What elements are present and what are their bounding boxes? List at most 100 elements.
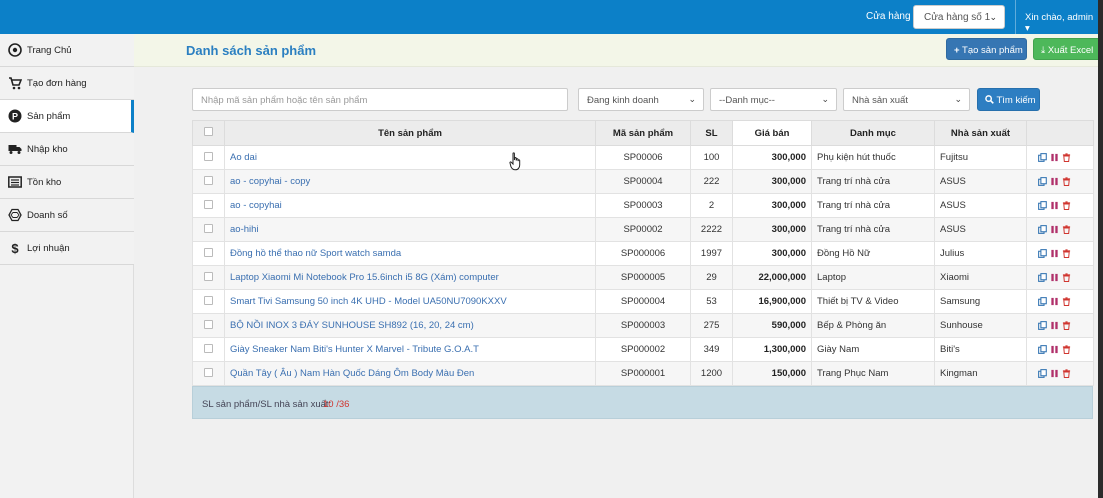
copy-icon[interactable] xyxy=(1038,225,1047,234)
copy-icon[interactable] xyxy=(1038,177,1047,186)
row-checkbox[interactable] xyxy=(204,223,213,233)
row-checkbox[interactable] xyxy=(204,367,213,377)
pause-icon[interactable] xyxy=(1050,297,1059,306)
row-checkbox-cell[interactable] xyxy=(192,289,225,314)
sidebar-item-create-order[interactable]: Tạo đơn hàng xyxy=(0,67,134,100)
pause-icon[interactable] xyxy=(1050,201,1059,210)
product-name-link[interactable]: BỘ NỒI INOX 3 ĐÁY SUNHOUSE SH892 (16, 20… xyxy=(224,313,596,338)
copy-icon[interactable] xyxy=(1038,153,1047,162)
trash-icon[interactable] xyxy=(1062,345,1071,354)
row-checkbox-cell[interactable] xyxy=(192,217,225,242)
table-row[interactable]: ao-hihi SP00002 2222 300,000 Trang trí nhà c… xyxy=(192,217,1094,242)
status-select[interactable]: Đang kinh doanh ⌄ xyxy=(578,88,704,111)
product-name-link[interactable]: Smart Tivi Samsung 50 inch 4K UHD - Mode… xyxy=(224,289,596,314)
row-checkbox-cell[interactable] xyxy=(192,337,225,362)
trash-icon[interactable] xyxy=(1062,297,1071,306)
row-checkbox[interactable] xyxy=(204,151,213,161)
pause-icon[interactable] xyxy=(1050,225,1059,234)
table-row[interactable]: Smart Tivi Samsung 50 inch 4K UHD - Mode… xyxy=(192,289,1094,314)
header-category[interactable]: Danh mục xyxy=(811,120,935,146)
product-name-link[interactable]: Laptop Xiaomi Mi Notebook Pro 15.6inch i… xyxy=(224,265,596,290)
table-row[interactable]: ao - copyhai - copy SP00004 222 300,000 Tran… xyxy=(192,169,1094,194)
trash-icon[interactable] xyxy=(1062,273,1071,282)
row-actions xyxy=(1026,361,1094,386)
row-checkbox[interactable] xyxy=(204,295,213,305)
trash-icon[interactable] xyxy=(1062,225,1071,234)
page-title: Danh sách sản phẩm xyxy=(186,43,317,58)
row-checkbox-cell[interactable] xyxy=(192,169,225,194)
header-name[interactable]: Tên sản phẩm xyxy=(224,120,596,146)
row-checkbox[interactable] xyxy=(204,319,213,329)
sidebar-item-products[interactable]: P Sản phẩm xyxy=(0,100,134,133)
row-checkbox-cell[interactable] xyxy=(192,145,225,170)
user-menu[interactable]: Xin chào, admin ▾ xyxy=(1025,12,1098,34)
trash-icon[interactable] xyxy=(1062,321,1071,330)
trash-icon[interactable] xyxy=(1062,369,1071,378)
copy-icon[interactable] xyxy=(1038,273,1047,282)
table-row[interactable]: Đồng hồ thể thao nữ Sport watch samda SP0… xyxy=(192,241,1094,266)
copy-icon[interactable] xyxy=(1038,321,1047,330)
sidebar-item-profit[interactable]: $ Lợi nhuận xyxy=(0,232,134,265)
row-checkbox-cell[interactable] xyxy=(192,193,225,218)
header-code[interactable]: Mã sản phẩm xyxy=(595,120,691,146)
table-row[interactable]: Giày Sneaker Nam Biti's Hunter X Marvel … xyxy=(192,337,1094,362)
header-qty[interactable]: SL xyxy=(690,120,733,146)
row-checkbox-cell[interactable] xyxy=(192,361,225,386)
copy-icon[interactable] xyxy=(1038,297,1047,306)
select-all-checkbox-cell[interactable] xyxy=(192,120,225,146)
trash-icon[interactable] xyxy=(1062,201,1071,210)
row-checkbox-cell[interactable] xyxy=(192,313,225,338)
product-name-link[interactable]: Quần Tây ( Âu ) Nam Hàn Quốc Dáng Ôm Bod… xyxy=(224,361,596,386)
trash-icon[interactable] xyxy=(1062,249,1071,258)
sidebar-item-sales[interactable]: Doanh số xyxy=(0,199,134,232)
pause-icon[interactable] xyxy=(1050,153,1059,162)
table-row[interactable]: Ao dai SP00006 100 300,000 Phụ kiện hút thuố… xyxy=(192,145,1094,170)
plus-icon: + xyxy=(954,45,960,56)
table-row[interactable]: Laptop Xiaomi Mi Notebook Pro 15.6inch i… xyxy=(192,265,1094,290)
pause-icon[interactable] xyxy=(1050,321,1059,330)
trash-icon[interactable] xyxy=(1062,153,1071,162)
header-price[interactable]: Giá bán xyxy=(732,120,812,146)
export-excel-button[interactable]: ⤓ Xuất Excel xyxy=(1033,38,1098,60)
pause-icon[interactable] xyxy=(1050,177,1059,186)
search-button[interactable]: Tìm kiếm xyxy=(977,88,1040,111)
search-input[interactable]: Nhập mã sản phẩm hoặc tên sản phẩm xyxy=(192,88,568,111)
row-actions xyxy=(1026,217,1094,242)
pause-icon[interactable] xyxy=(1050,345,1059,354)
row-checkbox[interactable] xyxy=(204,271,213,281)
category-select[interactable]: --Danh mục-- ⌄ xyxy=(710,88,837,111)
row-checkbox[interactable] xyxy=(204,175,213,185)
product-name-link[interactable]: Giày Sneaker Nam Biti's Hunter X Marvel … xyxy=(224,337,596,362)
pause-icon[interactable] xyxy=(1050,249,1059,258)
product-name-link[interactable]: ao - copyhai xyxy=(224,193,596,218)
table-row[interactable]: ao - copyhai SP00003 2 300,000 Trang trí nhà… xyxy=(192,193,1094,218)
store-select-value: Cửa hàng số 1 xyxy=(924,12,991,23)
row-checkbox-cell[interactable] xyxy=(192,265,225,290)
store-select[interactable]: Cửa hàng số 1 ⌄ xyxy=(913,5,1005,29)
header-maker[interactable]: Nhà sản xuất xyxy=(934,120,1027,146)
create-product-button[interactable]: + Tạo sản phẩm xyxy=(946,38,1027,60)
row-checkbox[interactable] xyxy=(204,247,213,257)
product-code: SP00003 xyxy=(595,193,691,218)
maker-select[interactable]: Nhà sản xuất ⌄ xyxy=(843,88,970,111)
row-checkbox[interactable] xyxy=(204,199,213,209)
row-checkbox-cell[interactable] xyxy=(192,241,225,266)
table-row[interactable]: Quần Tây ( Âu ) Nam Hàn Quốc Dáng Ôm Bod… xyxy=(192,361,1094,386)
select-all-checkbox[interactable] xyxy=(204,127,213,136)
product-name-link[interactable]: Ao dai xyxy=(224,145,596,170)
product-name-link[interactable]: ao-hihi xyxy=(224,217,596,242)
product-name-link[interactable]: ao - copyhai - copy xyxy=(224,169,596,194)
sidebar-item-import[interactable]: Nhập kho xyxy=(0,133,134,166)
copy-icon[interactable] xyxy=(1038,369,1047,378)
copy-icon[interactable] xyxy=(1038,201,1047,210)
copy-icon[interactable] xyxy=(1038,249,1047,258)
pause-icon[interactable] xyxy=(1050,273,1059,282)
copy-icon[interactable] xyxy=(1038,345,1047,354)
product-name-link[interactable]: Đồng hồ thể thao nữ Sport watch samda xyxy=(224,241,596,266)
row-checkbox[interactable] xyxy=(204,343,213,353)
pause-icon[interactable] xyxy=(1050,369,1059,378)
sidebar-item-stock[interactable]: Tồn kho xyxy=(0,166,134,199)
trash-icon[interactable] xyxy=(1062,177,1071,186)
table-row[interactable]: BỘ NỒI INOX 3 ĐÁY SUNHOUSE SH892 (16, 20… xyxy=(192,313,1094,338)
sidebar-item-home[interactable]: Trang Chủ xyxy=(0,34,134,67)
